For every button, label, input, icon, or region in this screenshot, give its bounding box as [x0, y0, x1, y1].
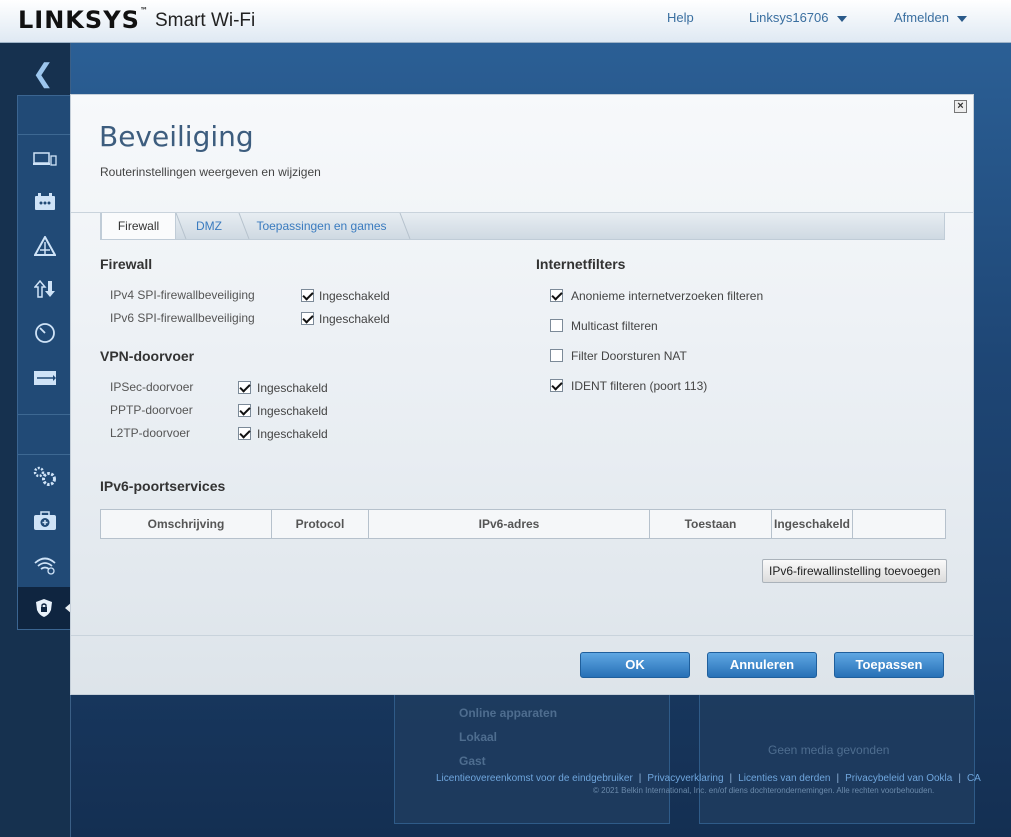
page-subtitle: Routerinstellingen weergeven en wijzigen: [100, 165, 321, 179]
footer-link-third-party[interactable]: Licenties van derden: [738, 773, 830, 784]
footer-link-eula[interactable]: Licentieovereenkomst voor de eindgebruik…: [436, 773, 633, 784]
footer-link-ca[interactable]: CA: [967, 773, 981, 784]
apply-button[interactable]: Toepassen: [834, 652, 944, 678]
copyright: © 2021 Belkin International, Inc. en/of …: [593, 786, 935, 795]
logout-menu[interactable]: Afmelden: [894, 10, 967, 25]
column-header: Ingeschakeld: [772, 510, 853, 538]
speed-test-icon[interactable]: [32, 322, 58, 344]
ipv6-table: Omschrijving Protocol IPv6-adres Toestaa…: [100, 509, 946, 539]
vpn-heading: VPN-doorvoer: [100, 348, 195, 364]
parental-controls-icon[interactable]: [32, 191, 58, 213]
filter-ident-checkbox[interactable]: [550, 379, 563, 392]
account-name: Linksys16706: [749, 10, 829, 25]
footer-links: Licentieovereenkomst voor de eindgebruik…: [436, 773, 981, 784]
column-header: Toestaan: [650, 510, 772, 538]
account-menu[interactable]: Linksys16706: [749, 10, 847, 25]
help-link[interactable]: Help: [667, 10, 694, 25]
pptp-checkbox[interactable]: [238, 404, 251, 417]
chevron-down-icon: [836, 15, 847, 22]
bg-text: Gast: [459, 754, 486, 768]
internet-filters-heading: Internetfilters: [536, 256, 626, 272]
sidebar-divider: [18, 414, 72, 415]
filter-nat-label: Filter Doorsturen NAT: [571, 349, 687, 363]
top-bar: LINKSYS™ Smart Wi-Fi Help Linksys16706 A…: [0, 0, 1011, 43]
ipv6-spi-label: IPv6 SPI-firewallbeveiliging: [110, 311, 255, 325]
ipv6-heading: IPv6-poortservices: [100, 478, 226, 494]
cancel-button[interactable]: Annuleren: [707, 652, 817, 678]
column-header: [853, 510, 945, 538]
pptp-label: PPTP-doorvoer: [110, 403, 193, 417]
footer-link-ookla[interactable]: Privacybeleid van Ookla: [845, 773, 952, 784]
filter-nat-checkbox[interactable]: [550, 349, 563, 362]
close-icon[interactable]: ×: [954, 100, 967, 113]
column-header: Omschrijving: [101, 510, 272, 538]
l2tp-checkbox[interactable]: [238, 427, 251, 440]
back-arrow-icon[interactable]: ❮: [32, 58, 54, 89]
filter-multicast-checkbox[interactable]: [550, 319, 563, 332]
router-settings-icon[interactable]: [32, 465, 58, 487]
page-title: Beveiliging: [99, 120, 254, 153]
priority-icon[interactable]: [32, 278, 58, 300]
logout-label: Afmelden: [894, 10, 949, 25]
l2tp-label: L2TP-doorvoer: [110, 426, 191, 440]
divider: [71, 635, 973, 636]
ipsec-value: Ingeschakeld: [257, 381, 328, 395]
ipv4-spi-checkbox[interactable]: [301, 289, 314, 302]
filter-anonymous-checkbox[interactable]: [550, 289, 563, 302]
footer-link-privacy[interactable]: Privacyverklaring: [647, 773, 723, 784]
ipv6-spi-checkbox[interactable]: [301, 312, 314, 325]
add-ipv6-firewall-button[interactable]: IPv6-firewallinstelling toevoegen: [762, 559, 948, 583]
filter-ident-label: IDENT filteren (poort 113): [571, 379, 708, 393]
wireless-icon[interactable]: [32, 554, 58, 576]
column-header: IPv6-adres: [369, 510, 650, 538]
network-map-icon[interactable]: [32, 235, 58, 257]
background-card-devices: Online apparaten Lokaal Gast: [394, 690, 670, 824]
firewall-heading: Firewall: [100, 256, 153, 272]
ok-button[interactable]: OK: [580, 652, 690, 678]
devices-icon[interactable]: [32, 148, 58, 170]
security-dialog: × Beveiliging Routerinstellingen weergev…: [70, 94, 974, 695]
ipv4-spi-label: IPv4 SPI-firewallbeveiliging: [110, 288, 255, 302]
l2tp-value: Ingeschakeld: [257, 427, 328, 441]
sidebar-divider: [18, 134, 72, 135]
tab-separators: [175, 213, 411, 239]
background-card-media: Geen media gevonden: [699, 690, 975, 824]
tab-bar: Firewall DMZ Toepassingen en games: [100, 213, 945, 240]
filter-multicast-label: Multicast filteren: [571, 319, 658, 333]
ipsec-label: IPSec-doorvoer: [110, 380, 194, 394]
bg-text: Geen media gevonden: [768, 743, 890, 757]
ipv4-spi-value: Ingeschakeld: [319, 289, 390, 303]
bg-text: Online apparaten: [459, 706, 558, 720]
linksys-logo: LINKSYS™: [18, 6, 149, 34]
product-name: Smart Wi-Fi: [155, 10, 256, 31]
ipsec-checkbox[interactable]: [238, 381, 251, 394]
bg-text: Lokaal: [459, 730, 498, 744]
ipv6-spi-value: Ingeschakeld: [319, 312, 390, 326]
usb-storage-icon[interactable]: [32, 367, 58, 389]
sidebar: [17, 95, 72, 630]
chevron-down-icon: [956, 15, 967, 22]
column-header: Protocol: [272, 510, 369, 538]
sidebar-divider: [18, 454, 72, 455]
shield-icon: [35, 598, 53, 621]
filter-anonymous-label: Anonieme internetverzoeken filteren: [571, 289, 764, 303]
troubleshooting-icon[interactable]: [32, 510, 58, 532]
sidebar-item-security[interactable]: [18, 587, 72, 629]
pptp-value: Ingeschakeld: [257, 404, 328, 418]
